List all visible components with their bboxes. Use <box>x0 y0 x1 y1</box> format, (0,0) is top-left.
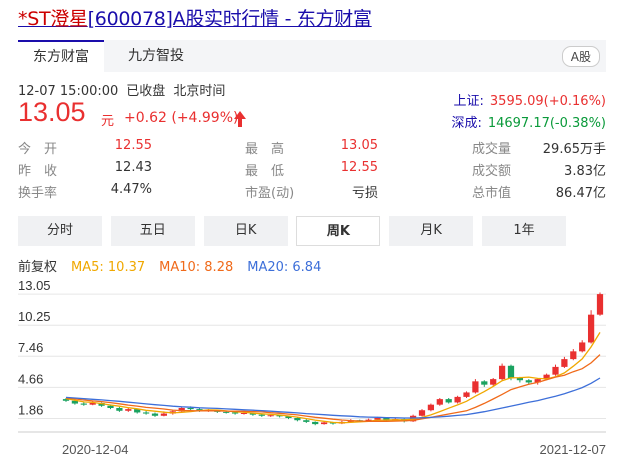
candle-body <box>507 365 515 378</box>
candle-body <box>587 314 595 343</box>
candle-body <box>320 422 328 425</box>
candle-body <box>481 381 488 385</box>
stat-label: 总市值 <box>472 186 512 201</box>
candle-body <box>125 409 132 411</box>
y-tick-label: 7.46 <box>18 340 43 355</box>
candle-body <box>223 411 230 413</box>
index-shenzhen[interactable]: 深成: 14697.17(-0.38%) <box>451 112 606 131</box>
price-change: +0.62 (+4.99%) <box>124 110 239 126</box>
stat-label: 换手率 <box>18 186 58 201</box>
candle-body <box>142 412 150 414</box>
page-title-link[interactable]: *ST澄星[600078]A股实时行情 - 东方财富 <box>18 4 372 31</box>
stat-label: 最 高 <box>245 142 285 157</box>
candle-body <box>463 392 470 397</box>
title-rest: [600078]A股实时行情 - 东方财富 <box>87 8 372 30</box>
period-tab[interactable]: 分时 <box>18 216 102 246</box>
candle-body <box>258 414 265 416</box>
candle-body <box>552 366 559 375</box>
period-tab[interactable]: 1年 <box>482 216 566 246</box>
candle-body <box>472 381 479 393</box>
tab-jiufang[interactable]: 九方智投 <box>116 40 196 72</box>
stat-label: 昨 收 <box>18 164 58 179</box>
timezone-label: 北京时间 <box>173 84 226 99</box>
ma5-legend: MA5: 10.37 <box>71 260 146 275</box>
source-tabbar: 东方财富 九方智投 A股 <box>18 40 606 72</box>
stock-short-name: *ST澄星 <box>18 8 88 30</box>
ma-legend: 前复权 MA5: 10.37 MA10: 8.28 MA20: 6.84 <box>18 256 335 275</box>
stat-value: 4.47% <box>110 182 152 197</box>
period-tab[interactable]: 日K <box>203 216 288 246</box>
index-value: 3595.09(+0.16%) <box>489 94 606 109</box>
candle-body <box>231 412 239 414</box>
candle-body <box>596 294 604 315</box>
stat-value: 12.55 <box>114 138 152 153</box>
candle-body <box>454 396 461 403</box>
y-tick-label: 13.05 <box>18 278 51 293</box>
tab-eastmoney[interactable]: 东方财富 <box>18 40 104 72</box>
candle-body <box>80 403 87 405</box>
candle-body <box>445 399 452 403</box>
ma10-legend: MA10: 8.28 <box>159 260 234 275</box>
index-name: 深成: <box>451 116 482 131</box>
market-state: 已收盘 <box>126 84 166 99</box>
candle-body <box>561 359 568 367</box>
stat-label: 今 开 <box>18 142 58 157</box>
current-price: 13.05 <box>18 97 86 127</box>
y-tick-label: 4.66 <box>18 371 43 386</box>
index-shanghai[interactable]: 上证: 3595.09(+0.16%) <box>454 90 606 109</box>
stat-value: 13.05 <box>340 138 378 153</box>
candle-body <box>498 365 506 380</box>
index-name: 上证: <box>453 94 484 109</box>
y-tick-label: 1.86 <box>18 402 43 417</box>
adjust-mode[interactable]: 前复权 <box>18 260 57 275</box>
candle-body <box>312 421 319 425</box>
candle-body <box>418 410 426 416</box>
candle-body <box>436 399 443 405</box>
x-start-label: 2020-12-04 <box>62 442 129 457</box>
ma20-legend: MA20: 6.84 <box>247 260 322 275</box>
y-tick-label: 10.25 <box>18 309 51 324</box>
candle-body <box>294 418 301 421</box>
candle-body <box>374 418 381 420</box>
stat-label: 最 低 <box>245 164 285 179</box>
stat-value: 12.43 <box>114 160 152 175</box>
candle-body <box>160 413 168 416</box>
candle-body <box>240 413 248 414</box>
candle-body <box>151 413 159 416</box>
index-value: 14697.17(-0.38%) <box>487 116 606 131</box>
stat-value: 亏损 <box>351 186 378 201</box>
candle-body <box>107 405 114 408</box>
price-unit: 元 <box>101 114 115 129</box>
ma5-line <box>65 332 601 424</box>
period-tab[interactable]: 月K <box>389 216 474 246</box>
candle-body <box>525 380 532 383</box>
candle-body <box>490 379 497 385</box>
candle-body <box>516 378 524 381</box>
candle-body <box>570 351 577 360</box>
stat-value: 12.55 <box>340 160 378 175</box>
period-tab[interactable]: 周K <box>296 216 381 246</box>
period-tabs: 分时 五日 日K 周K 月K 1年 <box>18 216 606 246</box>
candle-body <box>427 404 435 411</box>
candle-body <box>303 420 310 422</box>
x-end-label: 2021-12-07 <box>540 442 607 457</box>
stat-label: 成交额 <box>472 164 512 179</box>
stat-value: 29.65万手 <box>542 142 606 157</box>
up-arrow-icon <box>234 111 246 127</box>
stat-label: 成交量 <box>472 142 512 157</box>
stat-label: 市盈(动) <box>245 186 295 201</box>
candle-body <box>116 408 123 411</box>
weekly-kline-chart[interactable]: 13.05 10.25 7.46 4.66 1.86 2020-12-04 2021-12-… <box>18 278 618 468</box>
candle-body <box>187 408 194 410</box>
market-badge[interactable]: A股 <box>561 46 600 67</box>
stat-value: 86.47亿 <box>555 186 606 201</box>
period-tab[interactable]: 五日 <box>110 216 195 246</box>
candle-body <box>267 415 274 417</box>
candle-body <box>579 342 586 352</box>
stat-value: 3.83亿 <box>564 164 606 179</box>
